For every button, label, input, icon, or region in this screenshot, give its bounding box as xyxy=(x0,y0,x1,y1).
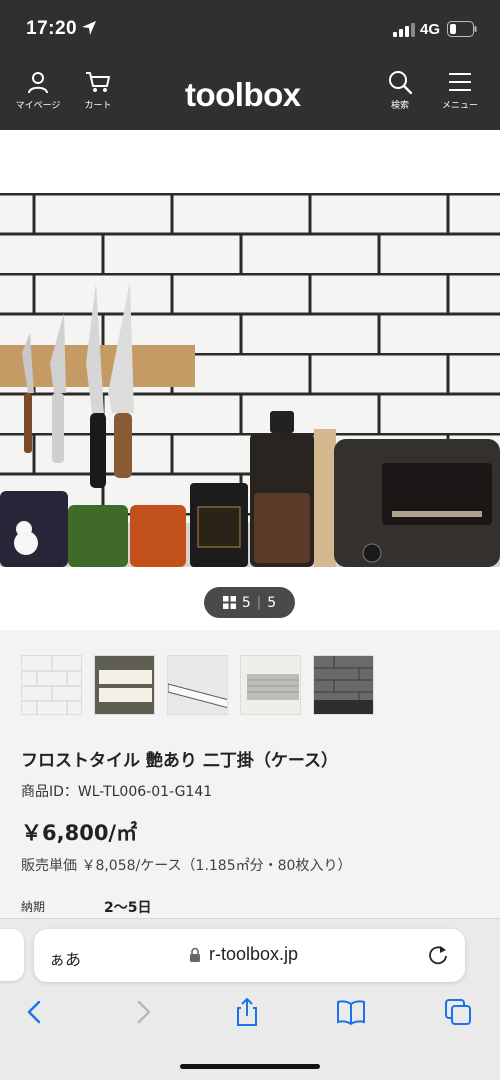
product-price: ￥6,800/㎡ xyxy=(21,821,138,845)
hamburger-menu-icon xyxy=(449,73,471,91)
thumbnail-strip xyxy=(21,655,374,715)
product-title: フロストタイル 艶あり 二丁掛（ケース） xyxy=(21,751,338,771)
url-text[interactable]: r-toolbox.jp xyxy=(209,944,298,965)
back-icon[interactable] xyxy=(20,997,50,1027)
page-settings-button[interactable]: ぁあ xyxy=(49,946,81,970)
cart-icon xyxy=(86,72,110,92)
address-bar[interactable]: ぁあ r-toolbox.jp xyxy=(34,929,465,982)
status-time: 17:20 xyxy=(26,18,78,39)
tile-kitchen-photo xyxy=(0,193,500,567)
previous-tab-peek[interactable] xyxy=(0,929,24,981)
cart-label: カート xyxy=(84,101,112,111)
unit-price: 販売単価 ￥8,058/ケース（1.185㎡分・80枚入り） xyxy=(21,858,352,874)
location-arrow-icon xyxy=(82,21,96,35)
menu-button[interactable]: メニュー xyxy=(440,70,480,111)
search-button[interactable]: 検索 xyxy=(385,70,415,111)
site-header: マイページ カート toolbox 検索 メニュー xyxy=(0,62,500,130)
menu-label: メニュー xyxy=(441,101,478,111)
cart-button[interactable]: カート xyxy=(80,70,116,111)
thumbnail-2[interactable] xyxy=(94,655,155,715)
delivery-value: 2〜5日 xyxy=(104,900,152,916)
search-label: 検索 xyxy=(390,101,409,111)
network-label: 4G xyxy=(420,21,441,38)
product-main-image[interactable] xyxy=(0,193,500,567)
mypage-button[interactable]: マイページ xyxy=(14,70,62,111)
site-logo[interactable]: toolbox xyxy=(185,76,301,114)
image-counter[interactable]: 5 | 5 xyxy=(204,587,295,618)
thumbnail-5[interactable] xyxy=(313,655,374,715)
lock-icon xyxy=(190,947,200,962)
reload-icon[interactable] xyxy=(427,944,449,966)
search-icon xyxy=(389,71,412,94)
user-icon xyxy=(28,72,48,94)
thumbnail-3[interactable] xyxy=(167,655,228,715)
thumbnail-1[interactable] xyxy=(21,655,82,715)
delivery-label: 納期 xyxy=(21,900,46,914)
total-image-number: 5 xyxy=(267,594,277,611)
counter-separator: | xyxy=(256,595,262,610)
product-id: 商品ID：WL-TL006-01-G141 xyxy=(21,784,213,800)
signal-icon xyxy=(393,23,415,37)
mypage-label: マイページ xyxy=(15,101,61,111)
forward-icon[interactable] xyxy=(128,997,158,1027)
bookmarks-icon[interactable] xyxy=(336,997,366,1027)
tabs-icon[interactable] xyxy=(443,997,473,1027)
home-indicator xyxy=(180,1064,320,1069)
grid-icon xyxy=(222,596,236,609)
current-image-number: 5 xyxy=(241,594,251,611)
thumbnail-4[interactable] xyxy=(240,655,301,715)
page: 17:20 4G マイページ カート toolbox 検索 メニュー 5 | 5… xyxy=(0,0,500,1080)
share-icon[interactable] xyxy=(232,997,262,1027)
status-bar: 17:20 4G xyxy=(0,0,500,62)
battery-icon xyxy=(447,21,477,37)
